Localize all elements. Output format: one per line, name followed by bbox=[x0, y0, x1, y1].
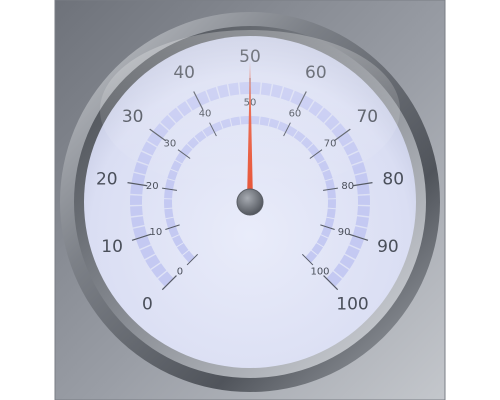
scale-label: 20 bbox=[96, 169, 118, 189]
scale-band-segment bbox=[327, 199, 336, 209]
scale-band-segment bbox=[357, 206, 370, 217]
scale-band-segment bbox=[130, 206, 143, 217]
scale-label: 100 bbox=[310, 267, 329, 278]
scale-label: 10 bbox=[149, 227, 162, 238]
scale-label: 80 bbox=[382, 169, 404, 189]
scale-band-segment bbox=[130, 195, 143, 206]
scale-band-segment bbox=[357, 195, 370, 206]
scale-band-segment bbox=[130, 183, 144, 195]
scale-label: 20 bbox=[146, 181, 159, 192]
scale-label: 90 bbox=[338, 227, 351, 238]
scale-label: 100 bbox=[336, 295, 368, 315]
scale-band-segment bbox=[326, 208, 336, 219]
scale-band-segment bbox=[164, 189, 173, 199]
glass-glare bbox=[100, 30, 400, 190]
scale-label: 0 bbox=[177, 267, 183, 278]
scale-label: 0 bbox=[142, 295, 153, 315]
scale-label: 80 bbox=[341, 181, 354, 192]
gauge-widget: 0102030405060708090100 01020304050607080… bbox=[54, 0, 446, 400]
scale-label: 90 bbox=[377, 237, 399, 257]
scale-band-segment bbox=[164, 199, 173, 209]
scale-band-segment bbox=[356, 183, 370, 195]
needle-hub bbox=[236, 188, 264, 216]
scale-label: 10 bbox=[101, 237, 123, 257]
scale-band-segment bbox=[327, 189, 336, 199]
scale-band-segment bbox=[164, 208, 174, 219]
